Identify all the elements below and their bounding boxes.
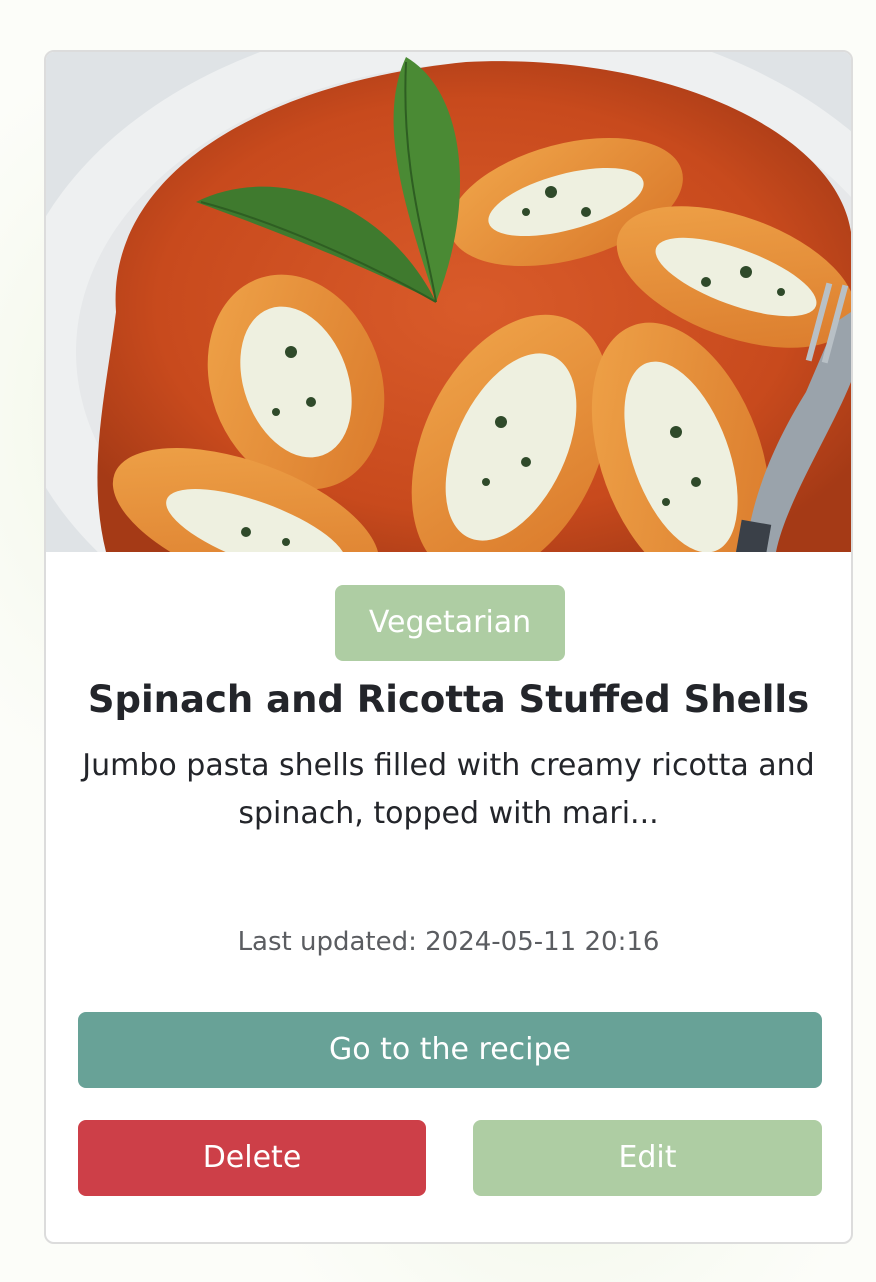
recipe-card: Vegetarian Spinach and Ricotta Stuffed S… <box>44 50 853 1244</box>
category-tag: Vegetarian <box>335 585 565 661</box>
edit-button[interactable]: Edit <box>473 1120 822 1196</box>
delete-button[interactable]: Delete <box>78 1120 426 1196</box>
recipe-description: Jumbo pasta shells filled with creamy ri… <box>82 748 815 831</box>
recipe-title: Spinach and Ricotta Stuffed Shells <box>87 678 810 721</box>
recipe-image <box>46 52 851 552</box>
last-updated-text: Last updated: 2024-05-11 20:16 <box>237 927 660 957</box>
go-to-recipe-button[interactable]: Go to the recipe <box>78 1012 822 1088</box>
